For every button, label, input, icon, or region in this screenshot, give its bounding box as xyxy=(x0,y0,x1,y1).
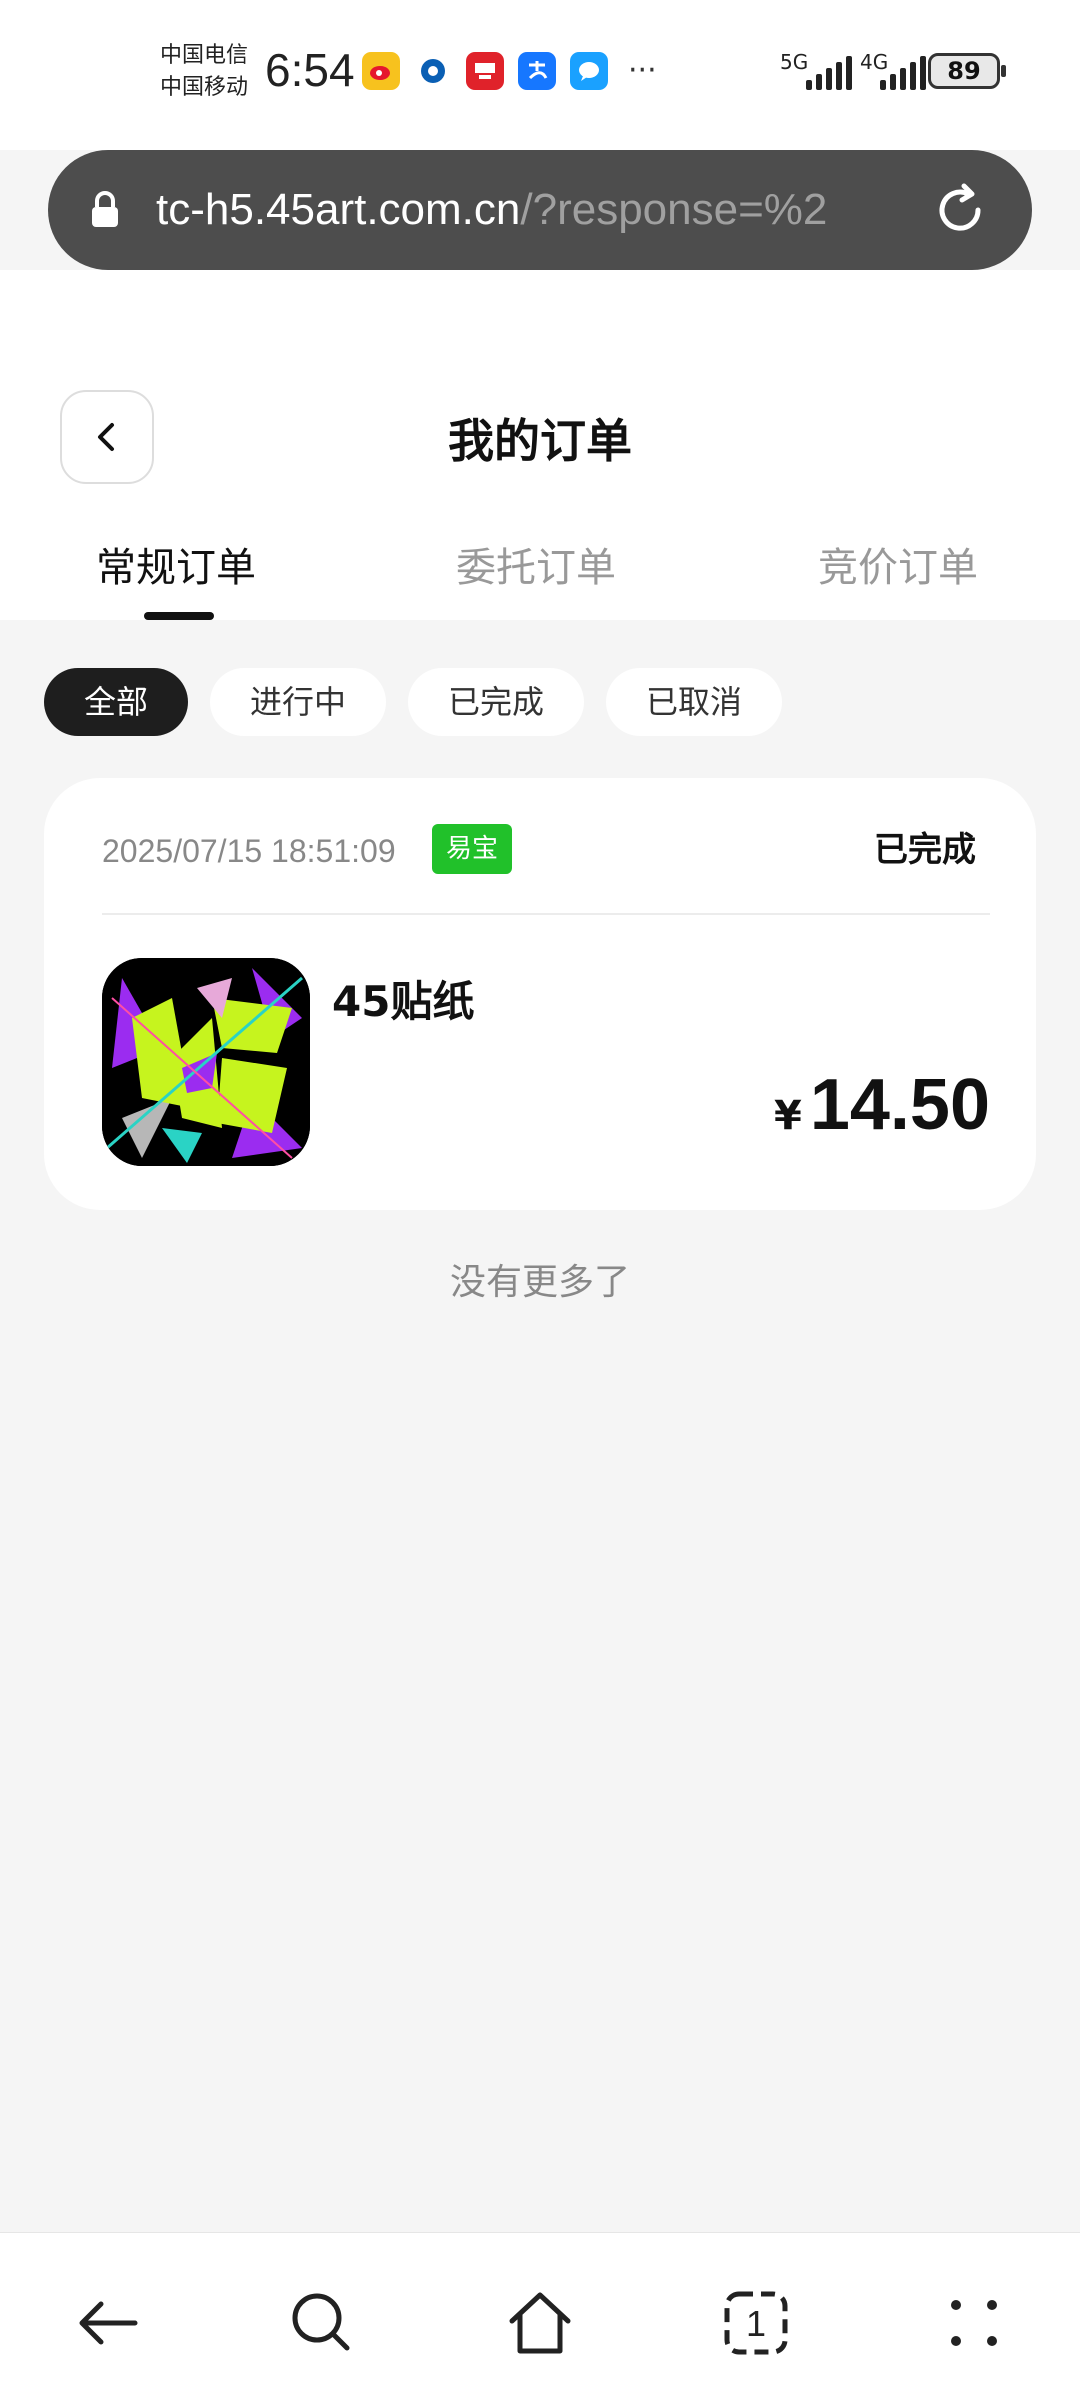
tab-regular-orders[interactable]: 常规订单 xyxy=(96,540,256,596)
end-of-list-text: 没有更多了 xyxy=(449,1262,630,1303)
status-filter-bar: 全部 进行中 已完成 已取消 xyxy=(44,668,783,736)
bank-icon xyxy=(414,52,452,90)
tab-consignment-orders[interactable]: 委托订单 xyxy=(456,540,616,596)
order-status: 已完成 xyxy=(874,830,976,870)
arrow-left-icon xyxy=(79,2301,138,2345)
tabs-count-icon: 1 xyxy=(724,2291,788,2355)
lock-icon xyxy=(88,190,122,234)
tab-bidding-orders[interactable]: 竞价订单 xyxy=(818,540,978,596)
browser-bottom-nav: 1 xyxy=(0,2232,1080,2401)
messages-icon xyxy=(570,52,608,90)
active-tab-indicator xyxy=(144,612,214,620)
url-path: /?response=%2 xyxy=(520,185,828,234)
nav-back-button[interactable] xyxy=(68,2283,148,2363)
currency-symbol: ¥ xyxy=(773,1093,802,1139)
product-name: 45贴纸 xyxy=(332,977,475,1026)
filter-cancelled[interactable]: 已取消 xyxy=(606,668,783,736)
carrier-info: 中国电信 中国移动 xyxy=(160,40,248,104)
payment-badge: 易宝 xyxy=(432,824,513,874)
battery-indicator: 89 xyxy=(928,53,1006,89)
url-domain: tc-h5.45art.com.cn xyxy=(156,185,521,234)
reload-icon[interactable] xyxy=(928,178,992,246)
news-app-icon xyxy=(466,52,504,90)
home-icon xyxy=(509,2292,571,2354)
filter-all[interactable]: 全部 xyxy=(44,668,189,736)
filter-in-progress[interactable]: 进行中 xyxy=(210,668,387,736)
order-datetime: 2025/07/15 18:51:09 xyxy=(102,833,396,869)
signal-icon-1 xyxy=(806,54,852,90)
alipay-icon xyxy=(518,52,556,90)
filter-completed[interactable]: 已完成 xyxy=(408,668,585,736)
price-amount: 14.50 xyxy=(809,1065,990,1145)
search-icon xyxy=(292,2293,350,2351)
nav-tabs-button[interactable]: 1 xyxy=(716,2283,796,2363)
page-title: 我的订单 xyxy=(448,414,632,468)
address-bar[interactable]: tc-h5.45art.com.cn/?response=%2 xyxy=(48,150,1032,270)
carrier-2: 中国移动 xyxy=(160,75,249,100)
divider xyxy=(102,913,990,915)
more-notifications-icon: ··· xyxy=(628,53,657,88)
clock: 6:54 xyxy=(265,44,355,96)
order-card[interactable]: 2025/07/15 18:51:09 易宝 已完成 45贴纸 ¥14.50 xyxy=(44,778,1036,1210)
order-price: ¥14.50 xyxy=(774,1064,990,1146)
carrier-1: 中国电信 xyxy=(160,43,249,68)
signal-icon-2 xyxy=(880,54,926,90)
nav-menu-button[interactable] xyxy=(934,2283,1014,2363)
status-bar: 中国电信 中国移动 6:54 ··· 5G 4G 89 xyxy=(0,0,1080,150)
nav-search-button[interactable] xyxy=(282,2283,362,2363)
nav-home-button[interactable] xyxy=(500,2283,580,2363)
network-type-1: 5G xyxy=(780,50,809,74)
notification-icons: ··· xyxy=(362,52,657,90)
product-thumbnail[interactable] xyxy=(102,958,310,1166)
page-header: 我的订单 常规订单 委托订单 竞价订单 xyxy=(0,270,1080,620)
svg-text:1: 1 xyxy=(746,2303,766,2344)
weibo-icon xyxy=(362,52,400,90)
url-text[interactable]: tc-h5.45art.com.cn/?response=%2 xyxy=(156,180,936,240)
more-menu-icon xyxy=(951,2300,997,2346)
